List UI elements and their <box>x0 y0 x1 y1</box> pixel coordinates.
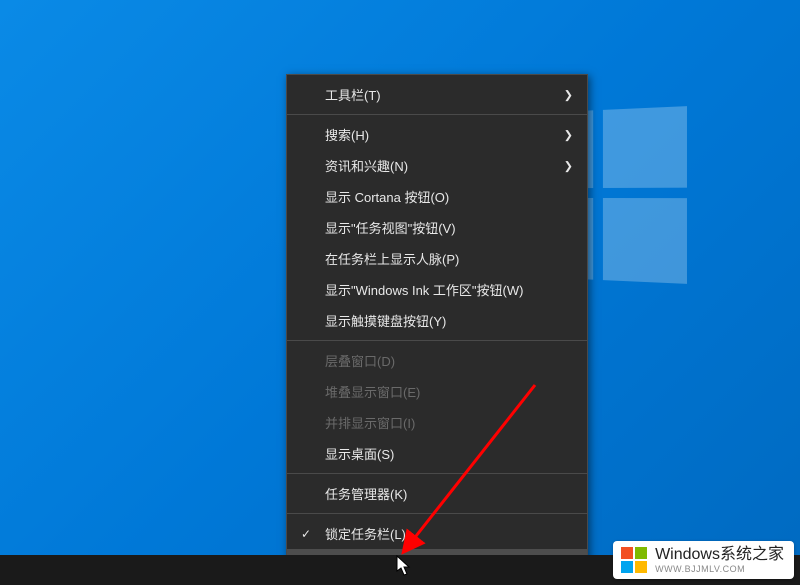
menu-separator <box>287 340 587 341</box>
taskbar-context-menu: 工具栏(T) ❯ 搜索(H) ❯ 资讯和兴趣(N) ❯ 显示 Cortana 按… <box>286 74 588 585</box>
watermark: Windows系统之家 WWW.BJJMLV.COM <box>613 541 794 579</box>
menu-label: 显示触摸键盘按钮(Y) <box>325 311 446 330</box>
menu-label: 显示 Cortana 按钮(O) <box>325 187 449 206</box>
watermark-title: Windows系统之家 <box>655 547 784 563</box>
menu-item-toolbars[interactable]: 工具栏(T) ❯ <box>287 79 587 110</box>
menu-item-search[interactable]: 搜索(H) ❯ <box>287 119 587 150</box>
menu-item-stacked: 堆叠显示窗口(E) <box>287 376 587 407</box>
menu-separator <box>287 114 587 115</box>
menu-label: 显示"任务视图"按钮(V) <box>325 218 456 237</box>
menu-label: 锁定任务栏(L) <box>325 524 406 543</box>
menu-item-ink[interactable]: 显示"Windows Ink 工作区"按钮(W) <box>287 274 587 305</box>
menu-separator <box>287 473 587 474</box>
menu-label: 工具栏(T) <box>325 85 381 104</box>
menu-label: 堆叠显示窗口(E) <box>325 382 420 401</box>
watermark-subtitle: WWW.BJJMLV.COM <box>655 565 784 574</box>
menu-item-cortana[interactable]: 显示 Cortana 按钮(O) <box>287 181 587 212</box>
menu-item-cascade: 层叠窗口(D) <box>287 345 587 376</box>
chevron-right-icon: ❯ <box>564 159 573 172</box>
menu-label: 任务管理器(K) <box>325 484 407 503</box>
menu-label: 显示"Windows Ink 工作区"按钮(W) <box>325 280 523 299</box>
menu-separator <box>287 513 587 514</box>
watermark-logo-icon <box>619 545 649 575</box>
watermark-text: Windows系统之家 WWW.BJJMLV.COM <box>655 547 784 574</box>
menu-label: 资讯和兴趣(N) <box>325 156 408 175</box>
menu-item-lock-taskbar[interactable]: ✓ 锁定任务栏(L) <box>287 518 587 549</box>
check-icon: ✓ <box>301 527 311 541</box>
menu-label: 显示桌面(S) <box>325 444 394 463</box>
menu-item-taskview[interactable]: 显示"任务视图"按钮(V) <box>287 212 587 243</box>
menu-label: 并排显示窗口(I) <box>325 413 415 432</box>
menu-label: 层叠窗口(D) <box>325 351 395 370</box>
menu-item-showdesktop[interactable]: 显示桌面(S) <box>287 438 587 469</box>
chevron-right-icon: ❯ <box>564 88 573 101</box>
chevron-right-icon: ❯ <box>564 128 573 141</box>
menu-label: 搜索(H) <box>325 125 369 144</box>
menu-item-sidebyside: 并排显示窗口(I) <box>287 407 587 438</box>
menu-item-touchkb[interactable]: 显示触摸键盘按钮(Y) <box>287 305 587 336</box>
desktop[interactable]: 工具栏(T) ❯ 搜索(H) ❯ 资讯和兴趣(N) ❯ 显示 Cortana 按… <box>0 0 800 585</box>
menu-item-taskmgr[interactable]: 任务管理器(K) <box>287 478 587 509</box>
menu-item-people[interactable]: 在任务栏上显示人脉(P) <box>287 243 587 274</box>
menu-item-news[interactable]: 资讯和兴趣(N) ❯ <box>287 150 587 181</box>
menu-label: 在任务栏上显示人脉(P) <box>325 249 459 268</box>
